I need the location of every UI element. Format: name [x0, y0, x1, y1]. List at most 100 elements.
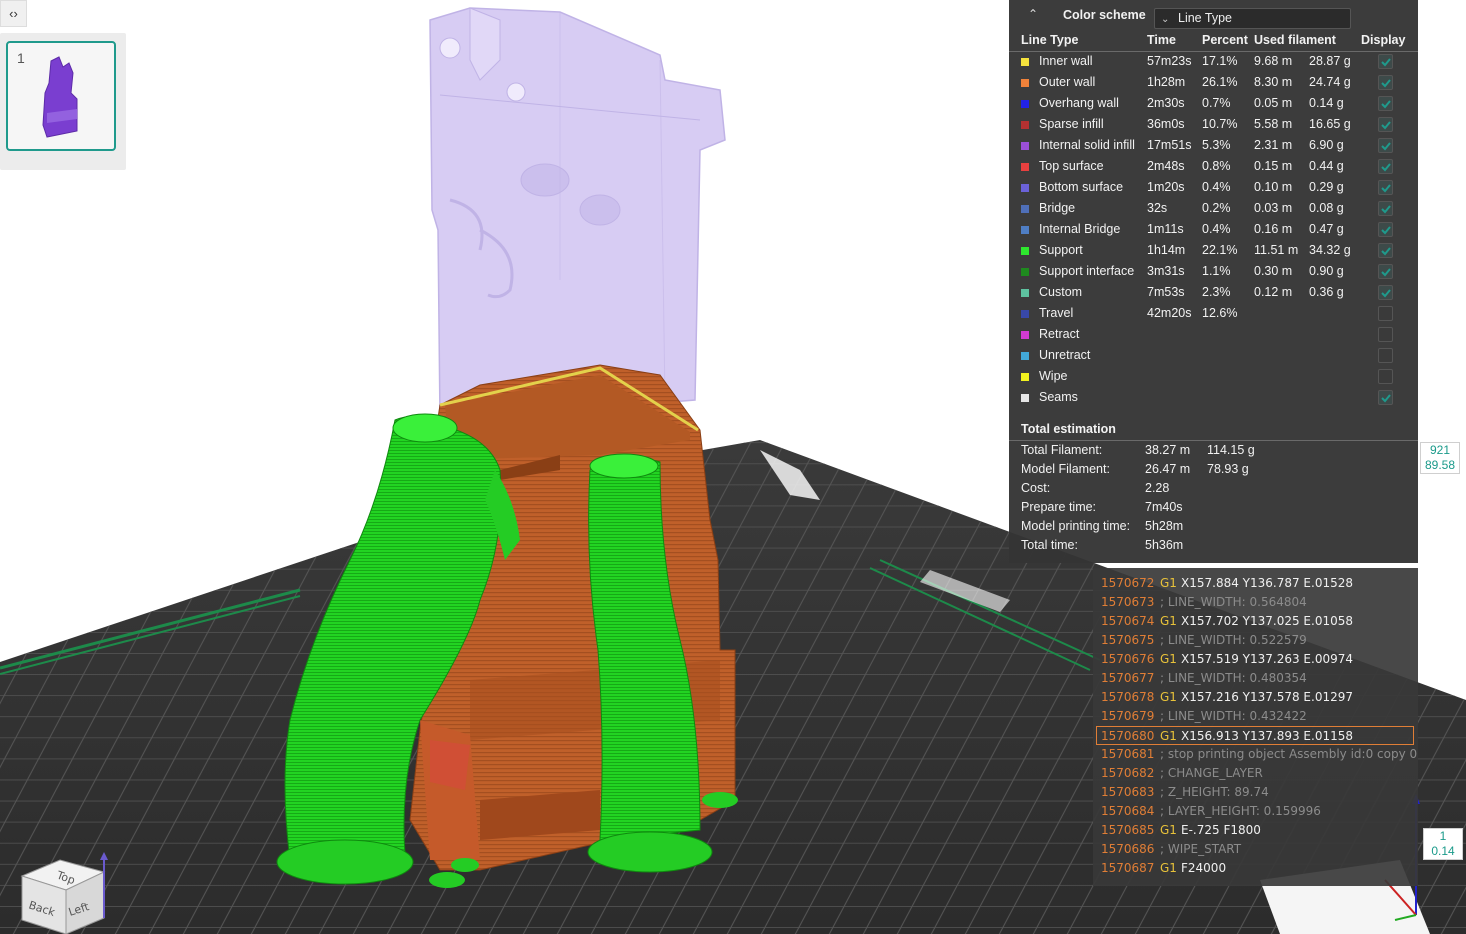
- gcode-line-current[interactable]: 1570680 G1 X156.913 Y137.893 E.01158: [1096, 726, 1414, 745]
- col-header-display: Display: [1361, 33, 1406, 47]
- display-checkbox[interactable]: [1378, 117, 1393, 132]
- line-type-time: 1h14m: [1147, 243, 1186, 257]
- gcode-command: G1: [1160, 823, 1177, 837]
- gcode-line[interactable]: 1570683 ; Z_HEIGHT: 89.74: [1093, 783, 1418, 802]
- line-type-percent: 0.4%: [1202, 180, 1231, 194]
- display-checkbox[interactable]: [1378, 54, 1393, 69]
- legend-row: Wipe: [1009, 368, 1418, 389]
- sidebar-collapse-button[interactable]: ‹›: [0, 0, 27, 27]
- gcode-line[interactable]: 1570675 ; LINE_WIDTH: 0.522579: [1093, 631, 1418, 650]
- display-checkbox[interactable]: [1378, 243, 1393, 258]
- total-row: Cost: 2.28: [1021, 481, 1411, 500]
- gcode-line-number: 1570680: [1101, 729, 1155, 743]
- gcode-line-number: 1570675: [1101, 633, 1155, 647]
- layer-slider-top-readout[interactable]: 921 89.58: [1420, 442, 1460, 474]
- gcode-arguments: X156.913 Y137.893 E.01158: [1181, 729, 1353, 743]
- gcode-line[interactable]: 1570682 ; CHANGE_LAYER: [1093, 764, 1418, 783]
- display-checkbox[interactable]: [1378, 96, 1393, 111]
- display-checkbox[interactable]: [1378, 348, 1393, 363]
- chevron-down-icon: ⌄: [1161, 14, 1170, 25]
- gcode-line[interactable]: 1570672 G1 X157.884 Y136.787 E.01528: [1093, 574, 1418, 593]
- color-swatch: [1021, 352, 1029, 360]
- line-type-length: 0.15 m: [1254, 159, 1293, 173]
- color-swatch: [1021, 394, 1029, 402]
- gcode-line[interactable]: 1570686 ; WIPE_START: [1093, 840, 1418, 859]
- gcode-arguments: E-.725 F1800: [1181, 823, 1261, 837]
- view-cube[interactable]: Top Back Left: [14, 852, 114, 934]
- gcode-line-number: 1570676: [1101, 652, 1155, 666]
- display-checkbox[interactable]: [1378, 369, 1393, 384]
- checkmark-icon: [1381, 121, 1391, 130]
- plate-thumbnail[interactable]: 1: [6, 41, 116, 151]
- line-type-length: 5.58 m: [1254, 117, 1293, 131]
- display-checkbox[interactable]: [1378, 327, 1393, 342]
- gcode-line[interactable]: 1570687 G1 F24000: [1093, 859, 1418, 878]
- color-swatch: [1021, 58, 1029, 66]
- gcode-viewer[interactable]: 1570672 G1 X157.884 Y136.787 E.01528 157067…: [1093, 568, 1418, 886]
- legend-row: Travel 42m20s 12.6%: [1009, 305, 1418, 326]
- display-checkbox[interactable]: [1378, 306, 1393, 321]
- line-type-weight: 0.47 g: [1309, 222, 1344, 236]
- line-type-length: 0.12 m: [1254, 285, 1293, 299]
- legend-row: Custom 7m53s 2.3% 0.12 m 0.36 g: [1009, 284, 1418, 305]
- display-checkbox[interactable]: [1378, 264, 1393, 279]
- gcode-line-number: 1570673: [1101, 595, 1155, 609]
- legend-row: Bridge 32s 0.2% 0.03 m 0.08 g: [1009, 200, 1418, 221]
- total-label: Total Filament:: [1021, 443, 1103, 457]
- gcode-line[interactable]: 1570676 G1 X157.519 Y137.263 E.00974: [1093, 650, 1418, 669]
- gcode-line[interactable]: 1570684 ; LAYER_HEIGHT: 0.159996: [1093, 802, 1418, 821]
- line-type-time: 2m48s: [1147, 159, 1185, 173]
- display-checkbox[interactable]: [1378, 180, 1393, 195]
- legend-row: Seams: [1009, 389, 1418, 410]
- top-layer-height: 89.58: [1424, 458, 1456, 472]
- line-type-name: Internal Bridge: [1039, 222, 1121, 236]
- line-type-time: 32s: [1147, 201, 1168, 215]
- gcode-comment: ; LAYER_HEIGHT: 0.159996: [1160, 804, 1321, 818]
- line-type-name: Retract: [1039, 327, 1080, 341]
- color-scheme-select[interactable]: ⌄ Line Type: [1154, 8, 1351, 29]
- gcode-line-number: 1570678: [1101, 690, 1155, 704]
- line-type-name: Wipe: [1039, 369, 1068, 383]
- gcode-line-number: 1570677: [1101, 671, 1155, 685]
- gcode-line[interactable]: 1570674 G1 X157.702 Y137.025 E.01058: [1093, 612, 1418, 631]
- display-checkbox[interactable]: [1378, 222, 1393, 237]
- gcode-command: G1: [1160, 690, 1177, 704]
- line-type-time: 17m51s: [1147, 138, 1192, 152]
- display-checkbox[interactable]: [1378, 138, 1393, 153]
- checkmark-icon: [1381, 79, 1391, 88]
- line-type-percent: 26.1%: [1202, 75, 1238, 89]
- layer-slider-bottom-readout[interactable]: 1 0.14: [1423, 828, 1463, 860]
- display-checkbox[interactable]: [1378, 390, 1393, 405]
- display-checkbox[interactable]: [1378, 201, 1393, 216]
- col-header-percent: Percent: [1202, 33, 1248, 47]
- gcode-line[interactable]: 1570685 G1 E-.725 F1800: [1093, 821, 1418, 840]
- line-type-time: 1m20s: [1147, 180, 1185, 194]
- checkmark-icon: [1381, 226, 1391, 235]
- line-type-weight: 0.08 g: [1309, 201, 1344, 215]
- line-type-length: 0.03 m: [1254, 201, 1293, 215]
- gcode-command: G1: [1160, 861, 1177, 875]
- display-checkbox[interactable]: [1378, 285, 1393, 300]
- display-checkbox[interactable]: [1378, 159, 1393, 174]
- line-type-length: 11.51 m: [1254, 243, 1299, 257]
- total-estimation-title: Total estimation: [1021, 422, 1116, 436]
- display-checkbox[interactable]: [1378, 75, 1393, 90]
- checkmark-icon: [1381, 100, 1391, 109]
- gcode-line[interactable]: 1570678 G1 X157.216 Y137.578 E.01297: [1093, 688, 1418, 707]
- line-type-length: 0.10 m: [1254, 180, 1293, 194]
- collapse-legend-icon[interactable]: ⌃: [1028, 7, 1038, 21]
- line-type-time: 1m11s: [1147, 222, 1184, 236]
- gcode-line-number: 1570682: [1101, 766, 1155, 780]
- legend-row: Support interface 3m31s 1.1% 0.30 m 0.90 g: [1009, 263, 1418, 284]
- gcode-line[interactable]: 1570679 ; LINE_WIDTH: 0.432422: [1093, 707, 1418, 726]
- line-type-weight: 0.44 g: [1309, 159, 1344, 173]
- total-row: Prepare time: 7m40s: [1021, 500, 1411, 519]
- checkmark-icon: [1381, 163, 1391, 172]
- line-type-percent: 10.7%: [1202, 117, 1238, 131]
- gcode-line[interactable]: 1570677 ; LINE_WIDTH: 0.480354: [1093, 669, 1418, 688]
- gcode-line-number: 1570683: [1101, 785, 1155, 799]
- line-type-weight: 0.90 g: [1309, 264, 1344, 278]
- gcode-line[interactable]: 1570673 ; LINE_WIDTH: 0.564804: [1093, 593, 1418, 612]
- total-value-secondary: 78.93 g: [1207, 462, 1249, 476]
- gcode-line[interactable]: 1570681 ; stop printing object Assembly i…: [1093, 745, 1418, 764]
